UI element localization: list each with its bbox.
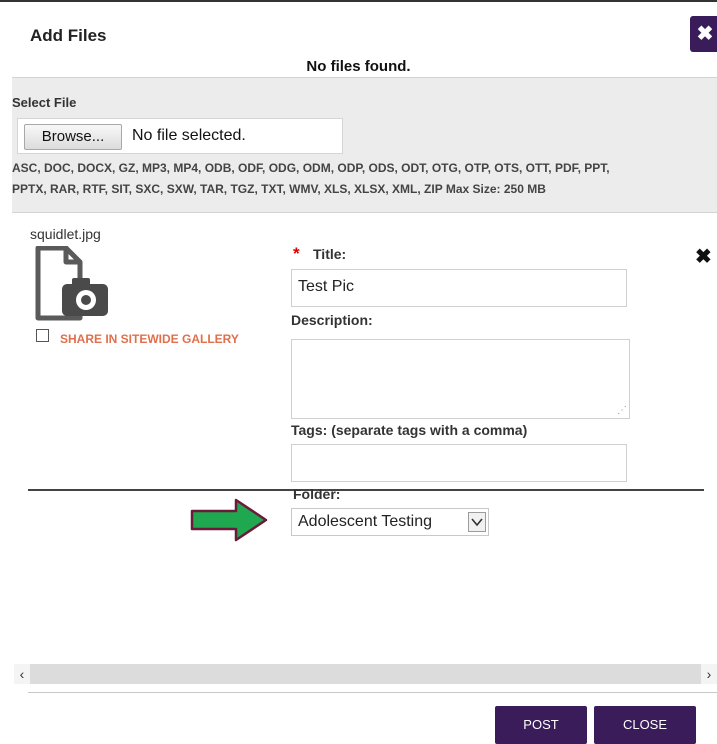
scroll-left-icon[interactable]: ‹ — [14, 664, 30, 684]
footer-divider — [28, 692, 717, 693]
browse-button[interactable]: Browse... — [24, 124, 122, 150]
file-input[interactable]: Browse... No file selected. — [17, 118, 343, 154]
allowed-types-line-1: ASC, DOC, DOCX, GZ, MP3, MP4, ODB, ODF, … — [12, 161, 610, 175]
post-button[interactable]: POST — [495, 706, 587, 744]
title-input[interactable]: Test Pic — [291, 269, 627, 307]
description-textarea[interactable]: ⋰ — [291, 339, 630, 419]
select-file-label: Select File — [12, 95, 77, 110]
remove-file-icon[interactable]: ✖ — [695, 244, 712, 269]
share-gallery-checkbox[interactable] — [36, 329, 49, 342]
select-file-panel: Select File Browse... No file selected. … — [12, 77, 717, 213]
top-divider — [0, 0, 717, 6]
folder-selected-value: Adolescent Testing — [298, 513, 433, 530]
close-button[interactable]: CLOSE — [594, 706, 696, 744]
chevron-down-icon[interactable] — [468, 512, 486, 532]
resize-handle-icon[interactable]: ⋰ — [617, 405, 627, 416]
folder-label: Folder: — [293, 486, 341, 502]
file-name: squidlet.jpg — [30, 226, 101, 242]
allowed-types-line-2: PPTX, RAR, RTF, SIT, SXC, SXW, TAR, TGZ,… — [12, 182, 546, 196]
dialog-title: Add Files — [30, 26, 107, 45]
no-file-selected-text: No file selected. — [132, 127, 246, 144]
share-gallery-label[interactable]: SHARE IN SITEWIDE GALLERY — [60, 332, 239, 346]
horizontal-scrollbar[interactable]: ‹ › — [14, 664, 717, 684]
allowed-file-types: ASC, DOC, DOCX, GZ, MP3, MP4, ODB, ODF, … — [12, 158, 712, 200]
close-icon: ✖ — [696, 23, 714, 45]
required-marker: * — [293, 244, 300, 263]
folder-select[interactable]: Adolescent Testing — [291, 508, 489, 536]
image-file-icon — [35, 246, 108, 321]
scroll-right-icon[interactable]: › — [701, 664, 717, 684]
section-divider — [28, 489, 704, 491]
title-label: Title: — [313, 246, 347, 262]
tags-input[interactable] — [291, 444, 627, 482]
description-label: Description: — [291, 312, 373, 328]
green-arrow-icon — [190, 498, 268, 542]
status-message: No files found. — [306, 58, 411, 75]
tags-label: Tags: (separate tags with a comma) — [291, 422, 528, 438]
dialog-close-button[interactable]: ✖ — [690, 16, 717, 52]
